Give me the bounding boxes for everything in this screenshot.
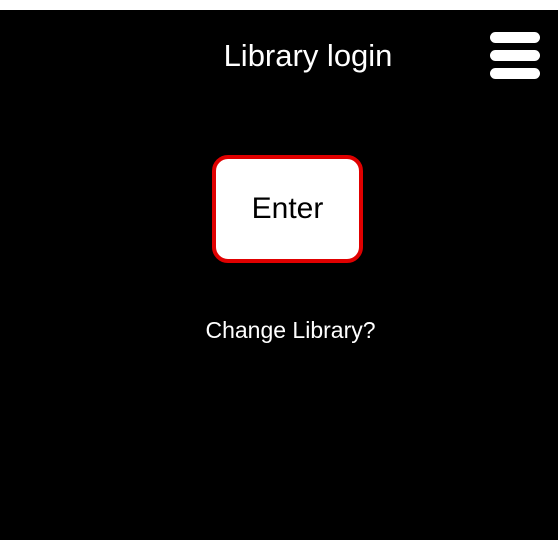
page-title: Library login [223,38,393,73]
enter-button[interactable]: Enter [212,155,363,263]
hamburger-menu-icon-bottom-bar [490,68,540,79]
app-screen: Library login Enter Change Library? [0,10,558,540]
menu-button[interactable] [488,30,542,82]
enter-button-label: Enter [251,192,324,225]
hamburger-menu-icon [490,32,540,43]
hamburger-menu-icon-middle-bar [490,50,540,61]
change-library-link[interactable]: Change Library? [0,315,558,345]
